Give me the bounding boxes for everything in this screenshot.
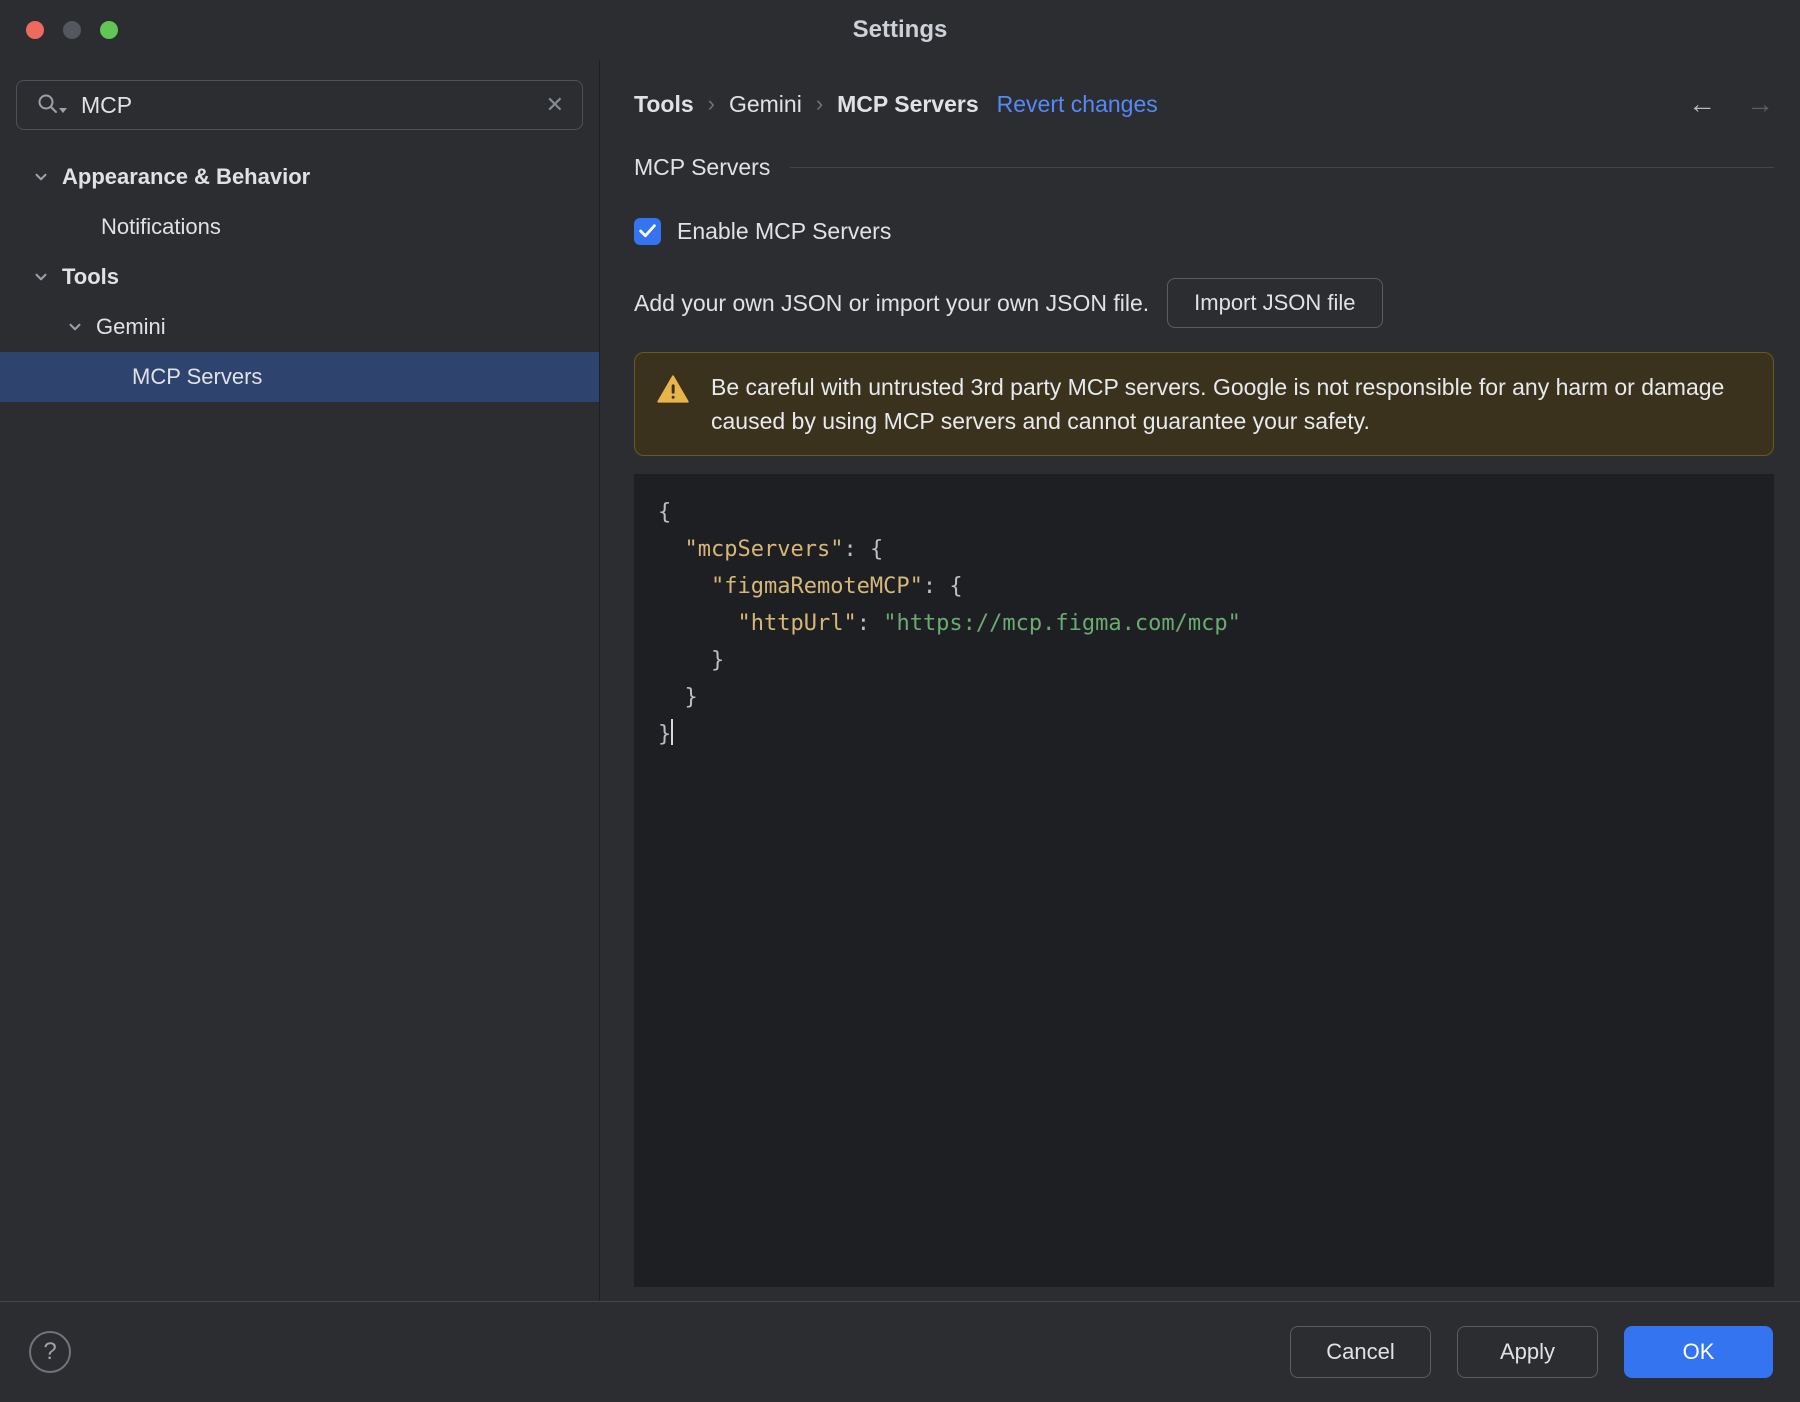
chevron-down-icon[interactable] xyxy=(30,166,52,188)
enable-mcp-servers-checkbox[interactable] xyxy=(634,217,661,245)
clear-search-icon[interactable]: ✕ xyxy=(546,92,564,118)
breadcrumb-separator-icon: › xyxy=(707,91,715,116)
revert-changes-link[interactable]: Revert changes xyxy=(997,91,1158,118)
zoom-window-button[interactable] xyxy=(100,21,118,39)
enable-mcp-servers-label: Enable MCP Servers xyxy=(677,217,892,244)
settings-search-field[interactable]: ✕ xyxy=(16,80,583,130)
dialog-body: ✕ Appearance & Behavior Notifications To xyxy=(0,60,1800,1301)
json-editor[interactable]: { "mcpServers": { "figmaRemoteMCP": { "h… xyxy=(634,474,1774,1287)
section-title: MCP Servers xyxy=(634,153,771,180)
sidebar-item-mcp-servers[interactable]: MCP Servers xyxy=(0,352,599,402)
close-window-button[interactable] xyxy=(26,21,44,39)
history-navigation: ← → xyxy=(1688,88,1774,120)
chevron-down-icon[interactable] xyxy=(30,266,52,288)
settings-sidebar: ✕ Appearance & Behavior Notifications To xyxy=(0,60,600,1301)
add-json-text: Add your own JSON or import your own JSO… xyxy=(634,289,1150,316)
settings-window: Settings ✕ xyxy=(0,0,1800,1402)
code-line: "figmaRemoteMCP": { xyxy=(710,574,963,599)
breadcrumb-item-tools[interactable]: Tools xyxy=(634,91,694,118)
help-button[interactable]: ? xyxy=(29,1331,71,1373)
window-title: Settings xyxy=(852,16,948,43)
sidebar-item-label: Appearance & Behavior xyxy=(62,164,311,189)
import-json-file-button[interactable]: Import JSON file xyxy=(1167,278,1383,328)
breadcrumb-item-gemini[interactable]: Gemini xyxy=(729,91,802,118)
footer-buttons: Cancel Apply OK xyxy=(1290,1326,1773,1378)
search-input[interactable] xyxy=(81,91,534,119)
warning-text: Be careful with untrusted 3rd party MCP … xyxy=(711,374,1725,434)
warning-triangle-icon xyxy=(635,370,711,403)
sidebar-item-notifications[interactable]: Notifications xyxy=(0,202,599,252)
ok-button[interactable]: OK xyxy=(1624,1326,1773,1378)
warning-banner: Be careful with untrusted 3rd party MCP … xyxy=(634,352,1774,456)
forward-arrow-icon: → xyxy=(1746,88,1774,119)
minimize-window-button xyxy=(63,21,81,39)
title-bar: Settings xyxy=(0,0,1800,60)
section-divider xyxy=(790,166,1774,168)
chevron-down-icon[interactable] xyxy=(64,316,86,338)
sidebar-item-tools[interactable]: Tools xyxy=(0,252,599,302)
breadcrumb-separator-icon: › xyxy=(815,91,824,116)
add-json-row: Add your own JSON or import your own JSO… xyxy=(634,278,1774,328)
code-line: { xyxy=(658,500,672,525)
search-icon xyxy=(35,92,69,118)
breadcrumb: Tools › Gemini › MCP Servers Revert chan… xyxy=(634,86,1774,122)
text-caret xyxy=(671,719,674,745)
code-line: } xyxy=(658,716,1774,753)
sidebar-item-appearance-behavior[interactable]: Appearance & Behavior xyxy=(0,152,599,202)
sidebar-item-label: Notifications xyxy=(101,214,221,239)
section-header: MCP Servers xyxy=(634,150,1774,184)
sidebar-item-label: MCP Servers xyxy=(132,364,263,389)
code-line: } xyxy=(658,648,725,673)
json-editor-code: { "mcpServers": { "figmaRemoteMCP": { "h… xyxy=(658,494,1774,753)
settings-tree: Appearance & Behavior Notifications Tool… xyxy=(0,152,599,402)
dialog-footer: ? Cancel Apply OK xyxy=(0,1301,1800,1402)
sidebar-item-label: Tools xyxy=(62,264,120,289)
apply-button[interactable]: Apply xyxy=(1457,1326,1598,1378)
cancel-button[interactable]: Cancel xyxy=(1290,1326,1431,1378)
code-line: } xyxy=(658,685,698,710)
help-icon: ? xyxy=(43,1338,57,1365)
back-arrow-icon[interactable]: ← xyxy=(1688,88,1716,120)
breadcrumb-item-mcp-servers: MCP Servers xyxy=(837,90,979,117)
settings-content-pane: Tools › Gemini › MCP Servers Revert chan… xyxy=(600,60,1800,1301)
window-controls xyxy=(26,0,118,60)
code-line: "httpUrl": "https://mcp.figma.com/mcp" xyxy=(737,611,1241,636)
enable-mcp-servers-row[interactable]: Enable MCP Servers xyxy=(634,214,1774,248)
sidebar-item-label: Gemini xyxy=(96,314,166,339)
sidebar-item-gemini[interactable]: Gemini xyxy=(0,302,599,352)
code-line: "mcpServers": { xyxy=(684,537,884,562)
